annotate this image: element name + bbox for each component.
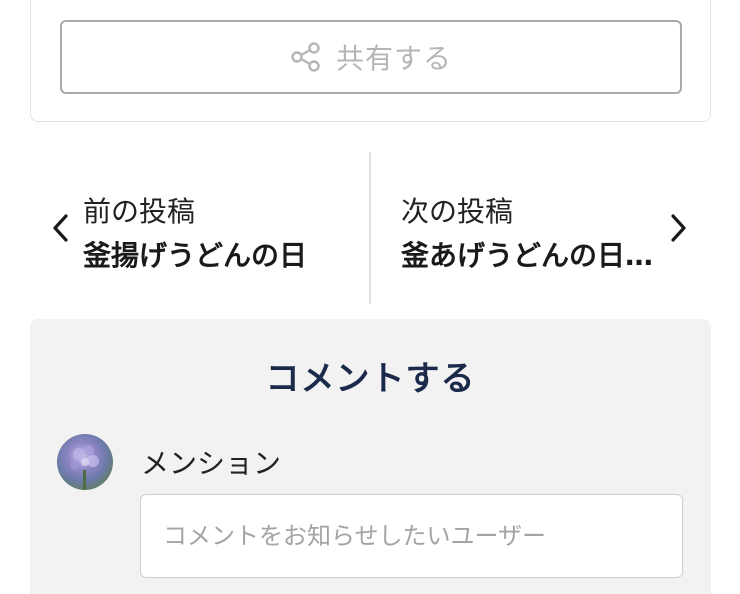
mention-input[interactable] xyxy=(140,494,683,578)
chevron-right-icon xyxy=(671,214,686,242)
share-card: 共有する xyxy=(30,0,711,122)
avatar-flower-image xyxy=(70,445,99,490)
previous-post-title: 釜揚げうどんの日 xyxy=(83,239,308,272)
next-post-link[interactable]: 次の投稿 釜あげうどんの日… xyxy=(371,152,740,304)
avatar xyxy=(57,434,113,490)
chevron-left-icon xyxy=(53,214,68,242)
next-post-title: 釜あげうどんの日… xyxy=(401,239,654,272)
share-button[interactable]: 共有する xyxy=(60,20,682,94)
comment-heading: コメントする xyxy=(265,359,476,399)
comment-section: コメントする メンション xyxy=(30,319,711,594)
page: 共有する 前の投稿 釜揚げうどんの日 次の投稿 釜あげうどんの日… コメントする xyxy=(0,0,740,594)
next-post-label: 次の投稿 xyxy=(401,195,514,228)
post-navigation: 前の投稿 釜揚げうどんの日 次の投稿 釜あげうどんの日… xyxy=(0,152,740,304)
previous-post-link[interactable]: 前の投稿 釜揚げうどんの日 xyxy=(0,152,369,304)
mention-label: メンション xyxy=(141,447,282,480)
previous-post-label: 前の投稿 xyxy=(83,195,196,228)
share-button-label: 共有する xyxy=(335,43,452,74)
share-icon xyxy=(291,42,320,72)
